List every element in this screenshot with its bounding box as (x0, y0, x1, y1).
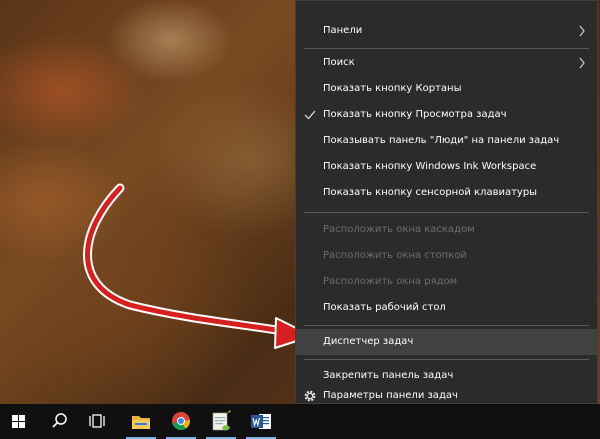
menu-item-label: Параметры панели задач (323, 390, 458, 401)
menu-item-task-manager[interactable]: Диспетчер задач (296, 329, 597, 355)
chevron-right-icon (579, 25, 585, 37)
windows-logo-icon (12, 415, 25, 428)
menu-item-show-task-view[interactable]: Показать кнопку Просмотра задач (296, 102, 597, 128)
chevron-right-icon (579, 57, 585, 69)
menu-item-toolbars[interactable]: Панели (296, 18, 597, 44)
gear-icon (304, 390, 316, 402)
checkmark-icon (304, 110, 316, 120)
menu-item-show-cortana[interactable]: Показать кнопку Кортаны (296, 76, 597, 102)
menu-item-label: Показать рабочий стол (323, 302, 446, 313)
notepad-plus-button[interactable] (202, 404, 240, 439)
menu-separator (304, 48, 589, 49)
menu-item-show-people[interactable]: Показывать панель "Люди" на панели задач (296, 128, 597, 154)
menu-item-label: Закрепить панель задач (323, 370, 454, 381)
start-button[interactable] (0, 404, 38, 439)
menu-item-lock-taskbar[interactable]: Закрепить панель задач (296, 363, 597, 389)
menu-item-show-touch-keyboard[interactable]: Показать кнопку сенсорной клавиатуры (296, 180, 597, 206)
search-button[interactable] (40, 404, 78, 439)
word-icon (251, 414, 271, 429)
menu-item-label: Диспетчер задач (323, 336, 414, 347)
menu-item-show-desktop[interactable]: Показать рабочий стол (296, 295, 597, 321)
task-view-button[interactable] (78, 404, 116, 439)
menu-separator (304, 325, 589, 326)
word-button[interactable] (242, 404, 280, 439)
chrome-button[interactable] (162, 404, 200, 439)
file-explorer-button[interactable] (122, 404, 160, 439)
menu-item-label: Показать кнопку Кортаны (323, 83, 462, 94)
menu-item-label: Панели (323, 25, 363, 36)
taskbar (0, 404, 600, 439)
menu-item-taskbar-settings[interactable]: Параметры панели задач (296, 389, 597, 405)
menu-item-label: Показать кнопку Windows Ink Workspace (323, 161, 537, 172)
menu-item-label: Расположить окна рядом (323, 276, 458, 287)
folder-icon (132, 416, 150, 429)
menu-separator (304, 359, 589, 360)
search-icon (52, 413, 67, 428)
menu-item-stack-windows: Расположить окна стопкой (296, 243, 597, 269)
task-view-icon (89, 414, 105, 428)
menu-item-label: Расположить окна каскадом (323, 224, 475, 235)
notepad-plus-icon (212, 410, 231, 431)
menu-item-cascade-windows: Расположить окна каскадом (296, 217, 597, 243)
menu-item-label: Показать кнопку Просмотра задач (323, 109, 507, 120)
chrome-icon (172, 412, 190, 431)
menu-item-show-windows-ink[interactable]: Показать кнопку Windows Ink Workspace (296, 154, 597, 180)
menu-item-side-by-side-windows: Расположить окна рядом (296, 269, 597, 295)
menu-item-label: Показать кнопку сенсорной клавиатуры (323, 187, 538, 198)
menu-separator (304, 212, 589, 213)
taskbar-context-menu: Панели Поиск Показать кнопку Кортаны Пок… (295, 0, 598, 404)
menu-item-label: Поиск (323, 57, 355, 68)
menu-item-search[interactable]: Поиск (296, 50, 597, 76)
menu-item-label: Расположить окна стопкой (323, 250, 467, 261)
menu-item-label: Показывать панель "Люди" на панели задач (323, 135, 560, 146)
